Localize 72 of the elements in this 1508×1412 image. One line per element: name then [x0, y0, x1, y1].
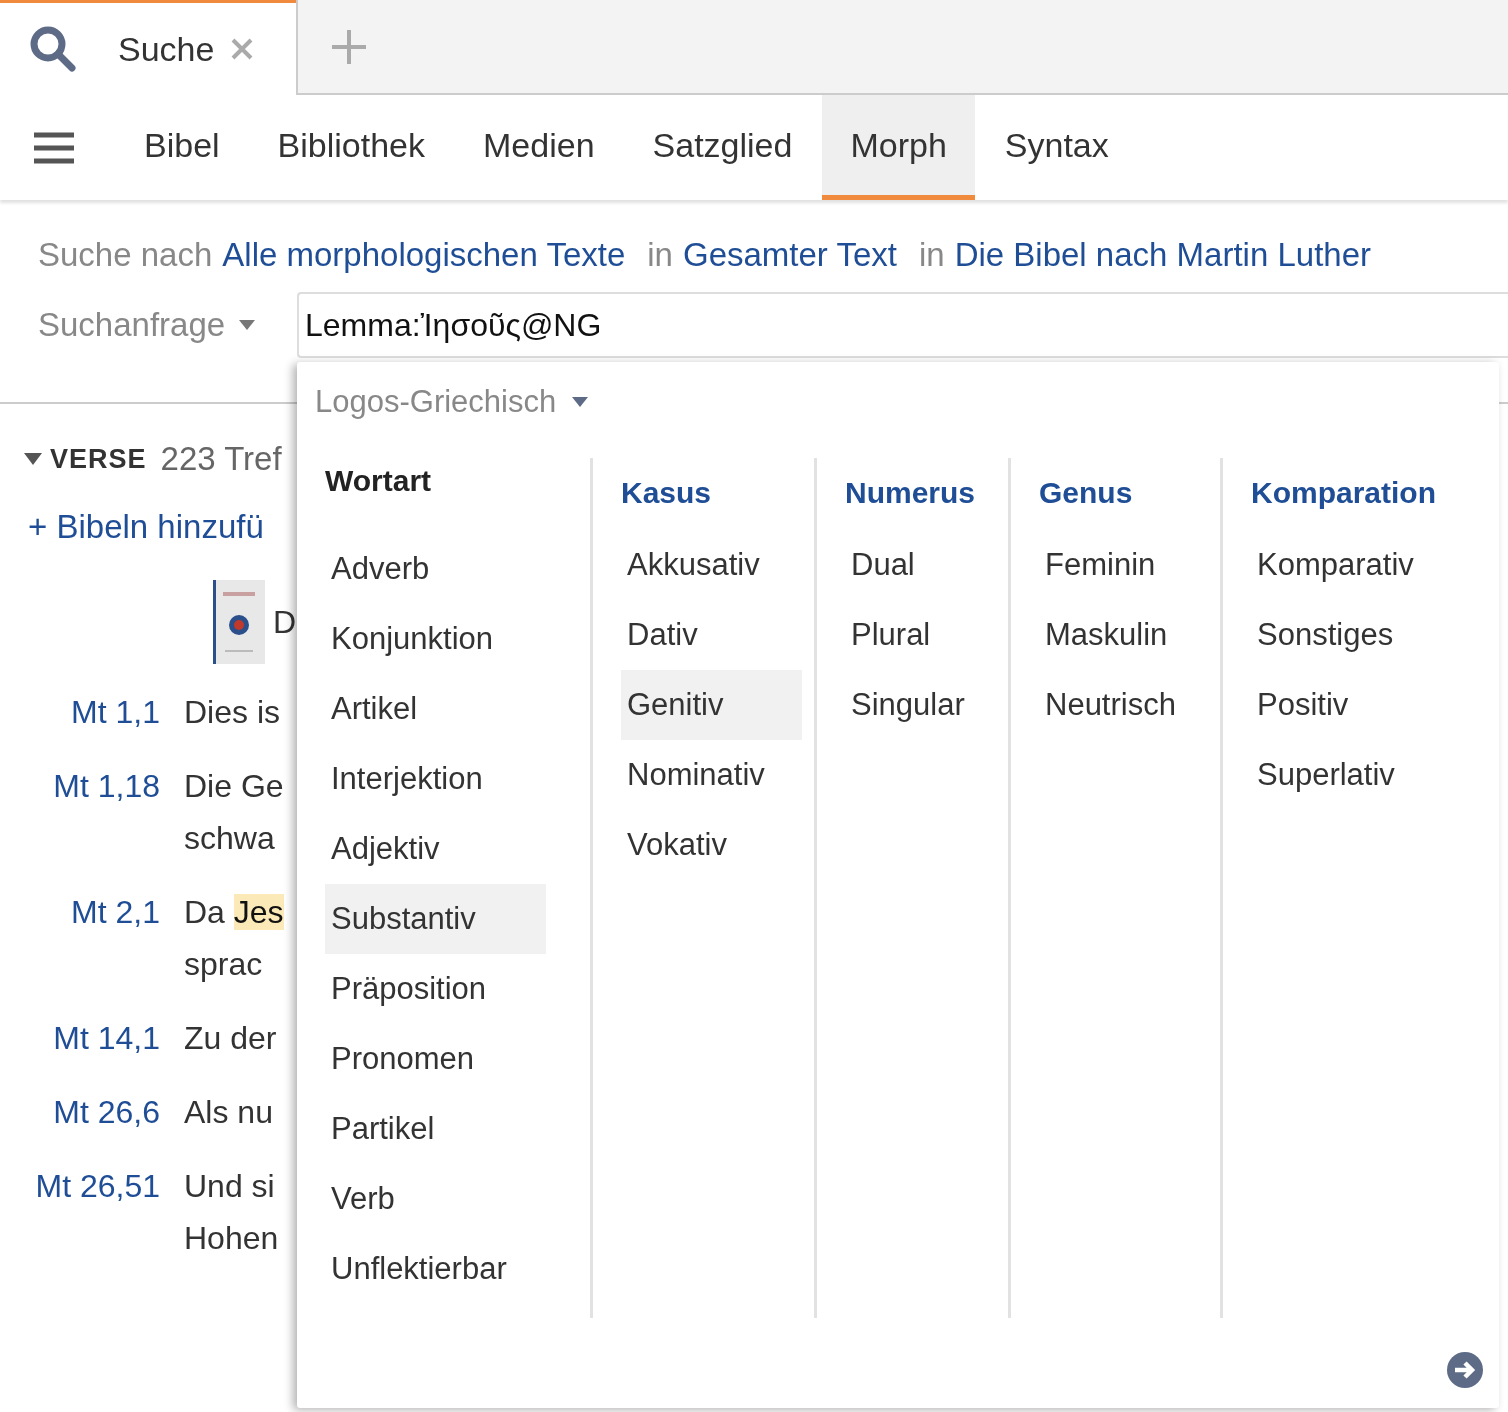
verse-text: schwa — [184, 819, 276, 858]
morph-option[interactable]: Komparativ — [1251, 530, 1487, 600]
verse-text: Dies is — [184, 693, 280, 732]
verse-reference[interactable]: Mt 1,18 — [0, 760, 160, 864]
verse-text: Als nu — [184, 1093, 273, 1132]
category-heading[interactable]: Kasus — [621, 476, 802, 510]
morph-option[interactable]: Adverb — [325, 534, 546, 604]
nav-tab[interactable]: Bibliothek — [249, 95, 454, 200]
morph-option[interactable]: Adjektiv — [325, 814, 546, 884]
morph-option[interactable]: Artikel — [325, 674, 546, 744]
morph-option[interactable]: Verb — [325, 1164, 546, 1234]
category-heading[interactable]: Komparation — [1251, 476, 1487, 510]
query-mode-dropdown[interactable]: Suchanfrage — [0, 306, 297, 344]
menu-icon[interactable] — [34, 131, 74, 164]
query-field[interactable]: Lemma:Ἰησοῦς@NG — [297, 292, 1508, 358]
nav-tab[interactable]: Medien — [455, 95, 623, 200]
verse-text: Hohen — [184, 1219, 279, 1258]
verse-text: Da Jes — [184, 893, 284, 932]
verse-reference[interactable]: Mt 14,1 — [0, 1012, 160, 1064]
verse-text: sprac — [184, 945, 264, 984]
hit-count: 223 Tref — [160, 440, 282, 478]
morph-option[interactable]: Partikel — [325, 1094, 546, 1164]
scope-link[interactable]: Gesamter Text — [682, 236, 897, 274]
category-heading: Wortart — [325, 464, 433, 498]
search-prefix: Suche nach — [38, 236, 213, 274]
morph-option[interactable]: Unflektierbar — [325, 1234, 546, 1304]
morph-option[interactable]: Nominativ — [621, 740, 802, 810]
caret-icon — [572, 397, 589, 407]
morph-option[interactable]: Interjektion — [325, 744, 546, 814]
book-cover-icon — [213, 580, 265, 664]
verse-text: Die Ge — [184, 767, 284, 806]
nav-tab[interactable]: Syntax — [976, 95, 1137, 200]
morph-option[interactable]: Dual — [845, 530, 996, 600]
morph-option[interactable]: Dativ — [621, 600, 802, 670]
arrow-right-icon[interactable] — [1447, 1352, 1483, 1388]
morph-option[interactable]: Positiv — [1251, 670, 1487, 740]
in-label: in — [918, 236, 945, 274]
category-heading[interactable]: Genus — [1039, 476, 1208, 510]
language-dropdown[interactable]: Logos-Griechisch — [315, 384, 589, 420]
morph-option[interactable]: Substantiv — [325, 884, 546, 954]
morph-option[interactable]: Singular — [845, 670, 996, 740]
morph-option[interactable]: Maskulin — [1039, 600, 1208, 670]
morph-option[interactable]: Vokativ — [621, 810, 802, 880]
in-label: in — [647, 236, 673, 274]
nav-tab[interactable]: Morph — [822, 95, 975, 200]
category-heading[interactable]: Numerus — [845, 476, 996, 510]
search-icon — [28, 24, 78, 74]
caret-icon — [239, 320, 256, 330]
morph-option[interactable]: Plural — [845, 600, 996, 670]
morph-option[interactable]: Präposition — [325, 954, 546, 1024]
verse-reference[interactable]: Mt 2,1 — [0, 886, 160, 990]
book-title: D — [273, 603, 297, 641]
nav-tab[interactable]: Satzglied — [624, 95, 821, 200]
verse-reference[interactable]: Mt 1,1 — [0, 686, 160, 738]
morph-option[interactable]: Akkusativ — [621, 530, 802, 600]
tab-label: Suche — [118, 29, 215, 69]
morph-option[interactable]: Superlativ — [1251, 740, 1487, 810]
verse-text: Und si — [184, 1167, 276, 1206]
nav-tab[interactable]: Bibel — [116, 95, 248, 200]
morph-option[interactable]: Sonstiges — [1251, 600, 1487, 670]
morph-option[interactable]: Feminin — [1039, 530, 1208, 600]
morph-option[interactable]: Pronomen — [325, 1024, 546, 1094]
verse-reference[interactable]: Mt 26,6 — [0, 1086, 160, 1138]
morph-option[interactable]: Neutrisch — [1039, 670, 1208, 740]
morph-option[interactable]: Konjunktion — [325, 604, 546, 674]
caret-icon[interactable] — [24, 453, 42, 465]
resource-link[interactable]: Die Bibel nach Martin Luther — [954, 236, 1371, 274]
morph-option[interactable]: Genitiv — [621, 670, 802, 740]
verse-reference[interactable]: Mt 26,51 — [0, 1160, 160, 1264]
verse-text: Zu der — [184, 1019, 277, 1058]
section-title: VERSE — [50, 443, 147, 475]
target-link[interactable]: Alle morphologischen Texte — [222, 236, 626, 274]
